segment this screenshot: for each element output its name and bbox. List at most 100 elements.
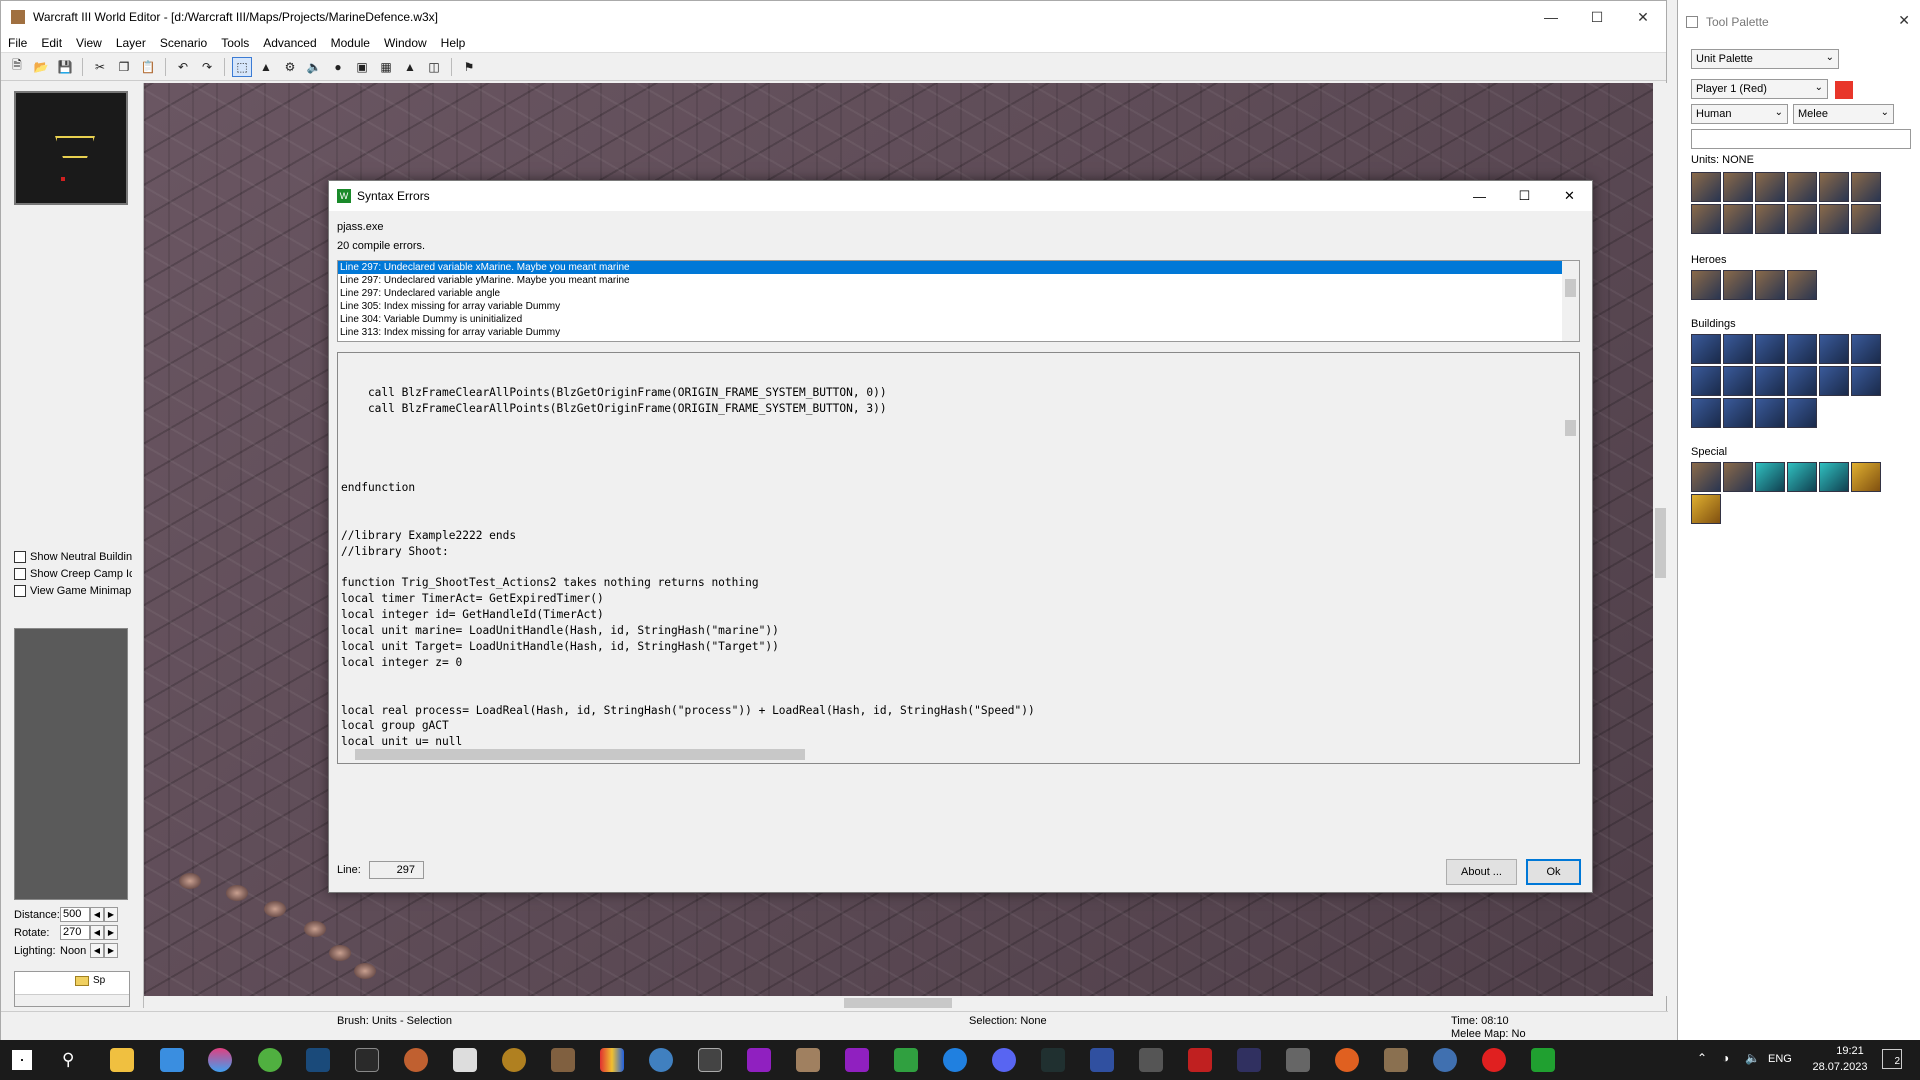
special-icon[interactable] (1851, 462, 1881, 492)
app-icon[interactable] (453, 1048, 477, 1072)
app-icon[interactable] (1335, 1048, 1359, 1072)
increase-arrow-icon[interactable]: ▶ (104, 925, 118, 940)
copy-icon[interactable]: ❐ (114, 57, 134, 77)
file-explorer-icon[interactable] (110, 1048, 134, 1072)
decrease-arrow-icon[interactable]: ◀ (90, 907, 104, 922)
special-icon[interactable] (1819, 462, 1849, 492)
menu-scenario[interactable]: Scenario (153, 36, 214, 50)
building-icon[interactable] (1691, 334, 1721, 364)
maximize-button[interactable]: ☐ (1574, 1, 1620, 33)
close-button[interactable]: ✕ (1620, 1, 1666, 33)
building-icon[interactable] (1691, 366, 1721, 396)
select-icon[interactable]: ⬚ (232, 56, 252, 77)
unit-icon[interactable] (1787, 204, 1817, 234)
test-map-icon[interactable]: ⚑ (459, 57, 479, 77)
show-neutral-buildings-checkbox[interactable]: Show Neutral Buildin (14, 551, 132, 563)
unit-icon[interactable] (1819, 172, 1849, 202)
building-icon[interactable] (1691, 398, 1721, 428)
line-number-field[interactable]: 297 (369, 861, 424, 879)
code-vertical-scrollbar[interactable] (1562, 353, 1579, 748)
special-icon[interactable] (1755, 462, 1785, 492)
error-list[interactable]: Line 297: Undeclared variable xMarine. M… (337, 260, 1580, 342)
new-file-icon[interactable]: 🗎 (7, 57, 27, 77)
distance-input[interactable]: 500 (60, 907, 90, 922)
app-icon[interactable] (1433, 1048, 1457, 1072)
unit-marker[interactable] (329, 945, 351, 961)
building-icon[interactable] (1723, 334, 1753, 364)
unit-icon[interactable] (1691, 204, 1721, 234)
unit-icon[interactable] (1723, 172, 1753, 202)
rotate-input[interactable]: 270 (60, 925, 90, 940)
cut-icon[interactable]: ✂ (90, 57, 110, 77)
start-button[interactable] (12, 1050, 32, 1070)
app-icon[interactable] (404, 1048, 428, 1072)
unit-icon[interactable] (1851, 172, 1881, 202)
race-dropdown[interactable]: Human ⌄ (1691, 104, 1788, 124)
palette-type-dropdown[interactable]: Unit Palette ⌄ (1691, 49, 1839, 69)
app-icon[interactable] (1286, 1048, 1310, 1072)
building-icon[interactable] (1787, 334, 1817, 364)
world-editor-taskbar-icon[interactable] (1531, 1048, 1555, 1072)
app-icon[interactable] (600, 1048, 624, 1072)
about-button[interactable]: About ... (1446, 859, 1517, 885)
code-view[interactable]: call BlzFrameClearAllPoints(BlzGetOrigin… (337, 352, 1580, 764)
error-item[interactable]: Line 313: Index missing for array variab… (338, 326, 1579, 339)
ai-editor-icon[interactable]: ▦ (376, 57, 396, 77)
app-icon[interactable] (698, 1048, 722, 1072)
unit-editor-icon[interactable]: ⚙ (280, 57, 300, 77)
unit-icon[interactable] (1723, 204, 1753, 234)
hero-icon[interactable] (1723, 270, 1753, 300)
decrease-arrow-icon[interactable]: ◀ (90, 925, 104, 940)
error-item[interactable]: Line 297: Undeclared variable xMarine. M… (338, 261, 1579, 274)
error-item[interactable]: Line 297: Undeclared variable angle (338, 287, 1579, 300)
menu-file[interactable]: File (1, 36, 34, 50)
menu-tools[interactable]: Tools (214, 36, 256, 50)
unit-marker[interactable] (226, 885, 248, 901)
building-icon[interactable] (1819, 366, 1849, 396)
mail-icon[interactable] (160, 1048, 184, 1072)
increase-arrow-icon[interactable]: ▶ (104, 907, 118, 922)
language-indicator[interactable]: ENG (1768, 1053, 1792, 1065)
clock-date[interactable]: 28.07.2023 (1805, 1061, 1875, 1073)
special-icon[interactable] (1691, 462, 1721, 492)
building-icon[interactable] (1851, 366, 1881, 396)
save-disk-icon[interactable] (1090, 1048, 1114, 1072)
app-icon[interactable] (1041, 1048, 1065, 1072)
ok-button[interactable]: Ok (1526, 859, 1581, 885)
app-icon[interactable] (845, 1048, 869, 1072)
sound-editor-icon[interactable]: 🔈 (304, 57, 324, 77)
unit-icon[interactable] (1691, 172, 1721, 202)
unit-icon[interactable] (1819, 204, 1849, 234)
hero-icon[interactable] (1691, 270, 1721, 300)
maximize-button[interactable]: ☐ (1502, 181, 1547, 211)
building-icon[interactable] (1851, 334, 1881, 364)
tree-scrollbar[interactable] (15, 994, 129, 1006)
wifi-icon[interactable]: ◑ (1722, 1051, 1729, 1065)
building-icon[interactable] (1723, 366, 1753, 396)
chevron-up-icon[interactable]: ⌃ (1697, 1051, 1707, 1065)
menu-layer[interactable]: Layer (109, 36, 153, 50)
minimap[interactable] (14, 91, 128, 205)
close-button[interactable]: ✕ (1547, 181, 1592, 211)
unit-icon[interactable] (1755, 172, 1785, 202)
menu-view[interactable]: View (69, 36, 109, 50)
building-icon[interactable] (1755, 366, 1785, 396)
building-icon[interactable] (1755, 334, 1785, 364)
app-icon[interactable] (1384, 1048, 1408, 1072)
app-icon[interactable] (747, 1048, 771, 1072)
building-icon[interactable] (1787, 398, 1817, 428)
opera-icon[interactable] (1482, 1048, 1506, 1072)
redo-icon[interactable]: ↷ (197, 57, 217, 77)
decrease-arrow-icon[interactable]: ◀ (90, 943, 104, 958)
unit-icon[interactable] (1787, 172, 1817, 202)
special-icon[interactable] (1723, 462, 1753, 492)
clock-time[interactable]: 19:21 (1820, 1045, 1880, 1057)
unit-icon[interactable] (1851, 204, 1881, 234)
special-icon[interactable] (1787, 462, 1817, 492)
building-icon[interactable] (1787, 366, 1817, 396)
menu-window[interactable]: Window (377, 36, 434, 50)
menu-help[interactable]: Help (434, 36, 473, 50)
palette-search-input[interactable] (1691, 129, 1911, 149)
error-item[interactable]: Line 297: Undeclared variable yMarine. M… (338, 274, 1579, 287)
terrain-editor-icon[interactable]: ▲ (256, 57, 276, 77)
